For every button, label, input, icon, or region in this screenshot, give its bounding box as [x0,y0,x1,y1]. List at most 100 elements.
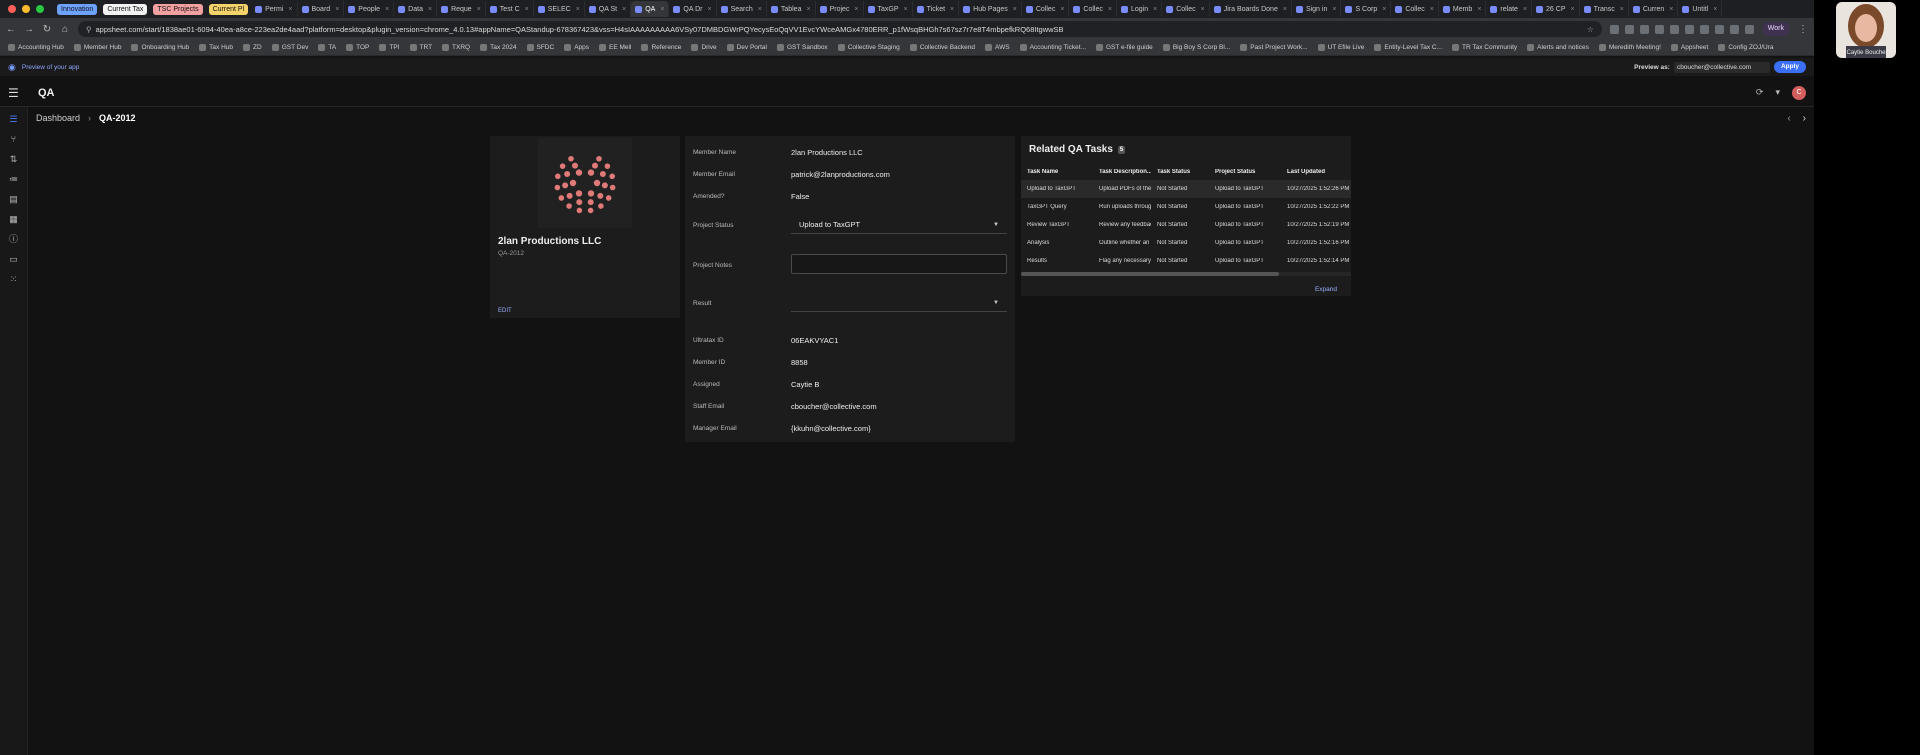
bookmark-item[interactable]: Past Project Work... [1240,44,1308,51]
maximize-window-button[interactable] [36,5,44,13]
apply-button[interactable]: Apply [1773,61,1806,73]
bookmark-item[interactable]: Apps [564,44,589,51]
tab-close-icon[interactable]: × [525,6,529,13]
browser-tab[interactable]: S Corp × [1341,1,1392,17]
column-header[interactable]: Project Status [1209,169,1281,175]
project-notes-input[interactable] [791,254,1007,274]
bookmark-item[interactable]: Accounting Hub [8,44,64,51]
column-header[interactable]: Task Description... [1093,169,1151,175]
tab-close-icon[interactable]: × [1332,6,1336,13]
home-icon[interactable]: ⌂ [60,24,70,35]
bookmark-item[interactable]: UT Efile Live [1317,44,1364,51]
tab-close-icon[interactable]: × [1060,6,1064,13]
minimize-window-button[interactable] [22,5,30,13]
browser-tab[interactable]: Jira Boards Done × [1210,1,1292,17]
bookmark-item[interactable]: Alerts and notices [1527,44,1589,51]
tab-close-icon[interactable]: × [428,6,432,13]
tab-close-icon[interactable]: × [707,6,711,13]
extension-icon[interactable] [1744,24,1754,34]
bookmark-item[interactable]: Dev Portal [726,44,767,51]
table-row[interactable]: Results Flag any necessary Not Started Uplo… [1021,252,1351,270]
browser-tab[interactable]: Collec × [1391,1,1439,17]
edit-button[interactable]: EDIT [498,308,512,314]
url-field[interactable]: ⚲ appsheet.com/start/1838ae01-6094-40ea-… [78,21,1602,37]
tab-close-icon[interactable]: × [806,6,810,13]
table-row[interactable]: Upload to TaxGPT Upload PDFs of the Not St… [1021,180,1351,198]
bookmark-item[interactable]: SFDC [526,44,554,51]
bookmark-item[interactable]: Tax Hub [199,44,233,51]
extension-icon[interactable] [1624,24,1634,34]
extension-icon[interactable] [1714,24,1724,34]
tab-group-chip[interactable]: Innovation [57,3,98,15]
browser-tab[interactable]: Sign in × [1292,1,1342,17]
column-header[interactable]: Last Updated [1281,169,1351,175]
bookmark-item[interactable]: Entity-Level Tax C... [1374,44,1442,51]
browser-tab[interactable]: Transc × [1580,1,1629,17]
column-header[interactable]: Task Status [1151,169,1209,175]
preview-as-input[interactable]: cboucher@collective.com [1673,61,1770,73]
bookmark-item[interactable]: EE Mell [599,44,631,51]
bookmark-item[interactable]: GST Sandbox [776,44,828,51]
tab-close-icon[interactable]: × [1108,6,1112,13]
bookmark-item[interactable]: Tax 2024 [480,44,517,51]
extension-icon[interactable] [1609,24,1619,34]
bookmark-item[interactable]: Collective Backend [909,44,975,51]
tab-close-icon[interactable]: × [758,6,762,13]
close-window-button[interactable] [8,5,16,13]
previous-record-icon[interactable]: ‹ [1787,113,1790,124]
bookmark-item[interactable]: ZD [243,44,262,51]
table-row[interactable]: Review TaxGPT Review any feedbac Not Start… [1021,216,1351,234]
extension-icon[interactable] [1654,24,1664,34]
expand-button[interactable]: Expand [1315,286,1337,293]
bookmark-star-icon[interactable]: ☆ [1587,25,1594,34]
bookmark-item[interactable]: Onboarding Hub [131,44,189,51]
hamburger-menu-icon[interactable]: ☰ [8,86,28,100]
bookmark-item[interactable]: Accounting Ticket... [1019,44,1086,51]
browser-tab[interactable]: Login × [1117,1,1163,17]
tab-close-icon[interactable]: × [1669,6,1673,13]
bookmark-item[interactable]: GST e-file guide [1095,44,1153,51]
browser-tab[interactable]: Data × [394,1,438,17]
bookmark-item[interactable]: Member Hub [73,44,121,51]
sidebar-flow-icon[interactable]: ⑂ [5,133,23,145]
forward-icon[interactable]: → [24,24,34,35]
tab-close-icon[interactable]: × [385,6,389,13]
bookmark-item[interactable]: Reference [641,44,681,51]
tab-close-icon[interactable]: × [904,6,908,13]
browser-tab[interactable]: Collec × [1162,1,1210,17]
tab-group-chip[interactable]: TSC Projects [153,3,203,15]
browser-menu-icon[interactable]: ⋮ [1798,24,1808,35]
tab-close-icon[interactable]: × [576,6,580,13]
browser-tab[interactable]: Ticket × [913,1,960,17]
tab-close-icon[interactable]: × [1571,6,1575,13]
bookmark-item[interactable]: Big Boy S Corp Bl... [1162,44,1230,51]
browser-tab[interactable]: QA × [631,1,670,17]
browser-tab[interactable]: Curren × [1629,1,1679,17]
tab-close-icon[interactable]: × [1430,6,1434,13]
browser-tab[interactable]: Test C × [486,1,534,17]
browser-tab[interactable]: 26 CP × [1532,1,1580,17]
sidebar-table-icon[interactable]: ▦ [5,213,23,225]
extension-icon[interactable] [1729,24,1739,34]
browser-tab[interactable]: SELEC × [534,1,585,17]
browser-tab[interactable]: Untitl × [1678,1,1723,17]
extension-icon[interactable] [1699,24,1709,34]
browser-tab[interactable]: Reque × [437,1,486,17]
horizontal-scrollbar[interactable] [1021,272,1351,276]
browser-tab[interactable]: relate × [1486,1,1533,17]
sync-icon[interactable]: ⟳ [1756,87,1764,98]
sidebar-apps-icon[interactable]: ⁙ [5,273,23,285]
bookmark-item[interactable]: Appsheet [1670,44,1708,51]
sidebar-chat-icon[interactable]: ▭ [5,253,23,265]
browser-tab[interactable]: Board × [298,1,345,17]
browser-tab[interactable]: Permi × [251,1,298,17]
browser-tab[interactable]: Tablea × [767,1,816,17]
browser-tab[interactable]: Memb × [1439,1,1487,17]
browser-tab[interactable]: Collec × [1069,1,1117,17]
avatar[interactable]: C [1792,85,1806,100]
bookmark-item[interactable]: Config ZOJ/Ura [1718,44,1774,51]
column-header[interactable]: Task Name [1021,169,1093,175]
bookmark-item[interactable]: AWS [985,44,1010,51]
reload-icon[interactable]: ↻ [42,24,52,35]
tab-close-icon[interactable]: × [950,6,954,13]
